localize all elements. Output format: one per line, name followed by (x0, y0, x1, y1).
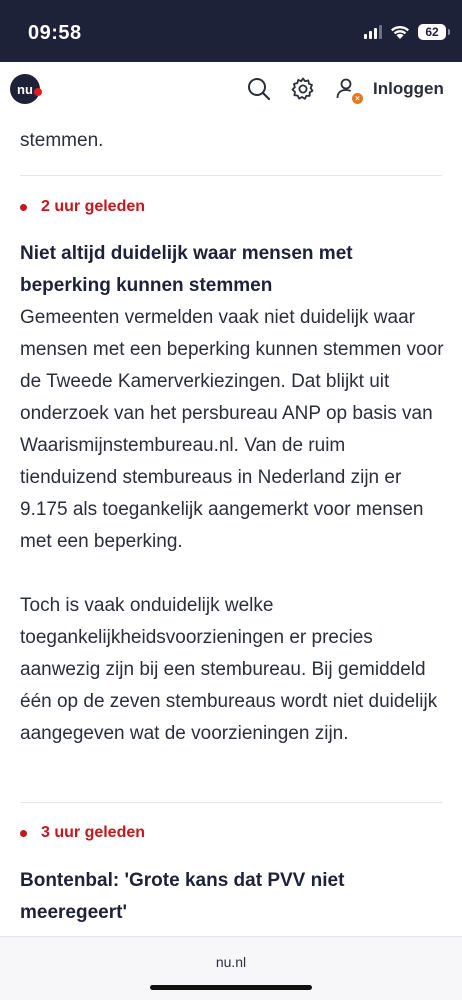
signal-icon (364, 25, 382, 39)
browser-bottom-bar: nu.nl (0, 936, 462, 1000)
item-divider (20, 802, 442, 803)
logo-text: nu (17, 81, 33, 97)
status-icons: 62 (364, 24, 450, 40)
user-status-badge: × (352, 93, 363, 104)
live-dot-icon (20, 829, 27, 837)
battery-level: 62 (425, 25, 439, 39)
feed-item-paragraph: Gemeenten vermelden vaak niet duidelijk … (20, 307, 444, 552)
status-bar: 09:58 62 (0, 0, 462, 62)
status-time: 09:58 (28, 22, 82, 44)
feed-item-headline[interactable]: Niet altijd duidelijk waar mensen met be… (20, 238, 440, 302)
url-bar[interactable]: nu.nl (0, 954, 462, 970)
app-header: nu × Inloggen (0, 62, 462, 114)
login-button[interactable]: Inloggen (373, 79, 444, 99)
live-dot-icon (20, 203, 27, 211)
time-label: 2 uur geleden (41, 198, 146, 215)
previous-item-text: stemmen. (20, 130, 104, 151)
feed-item-headline[interactable]: Bontenbal: 'Grote kans dat PVV niet meer… (20, 865, 440, 929)
search-icon[interactable] (246, 76, 272, 102)
item-divider (20, 175, 442, 176)
feed-item-time: 3 uur geleden (20, 824, 145, 842)
home-indicator[interactable] (150, 985, 312, 990)
time-label: 3 uur geleden (41, 824, 146, 841)
battery-icon: 62 (418, 24, 450, 40)
logo-dot (34, 88, 42, 96)
feed-item-paragraph: Toch is vaak onduidelijk welke toegankel… (20, 595, 438, 744)
gear-icon[interactable] (290, 76, 316, 102)
wifi-icon (391, 25, 409, 39)
feed-item-time: 2 uur geleden (20, 198, 145, 216)
